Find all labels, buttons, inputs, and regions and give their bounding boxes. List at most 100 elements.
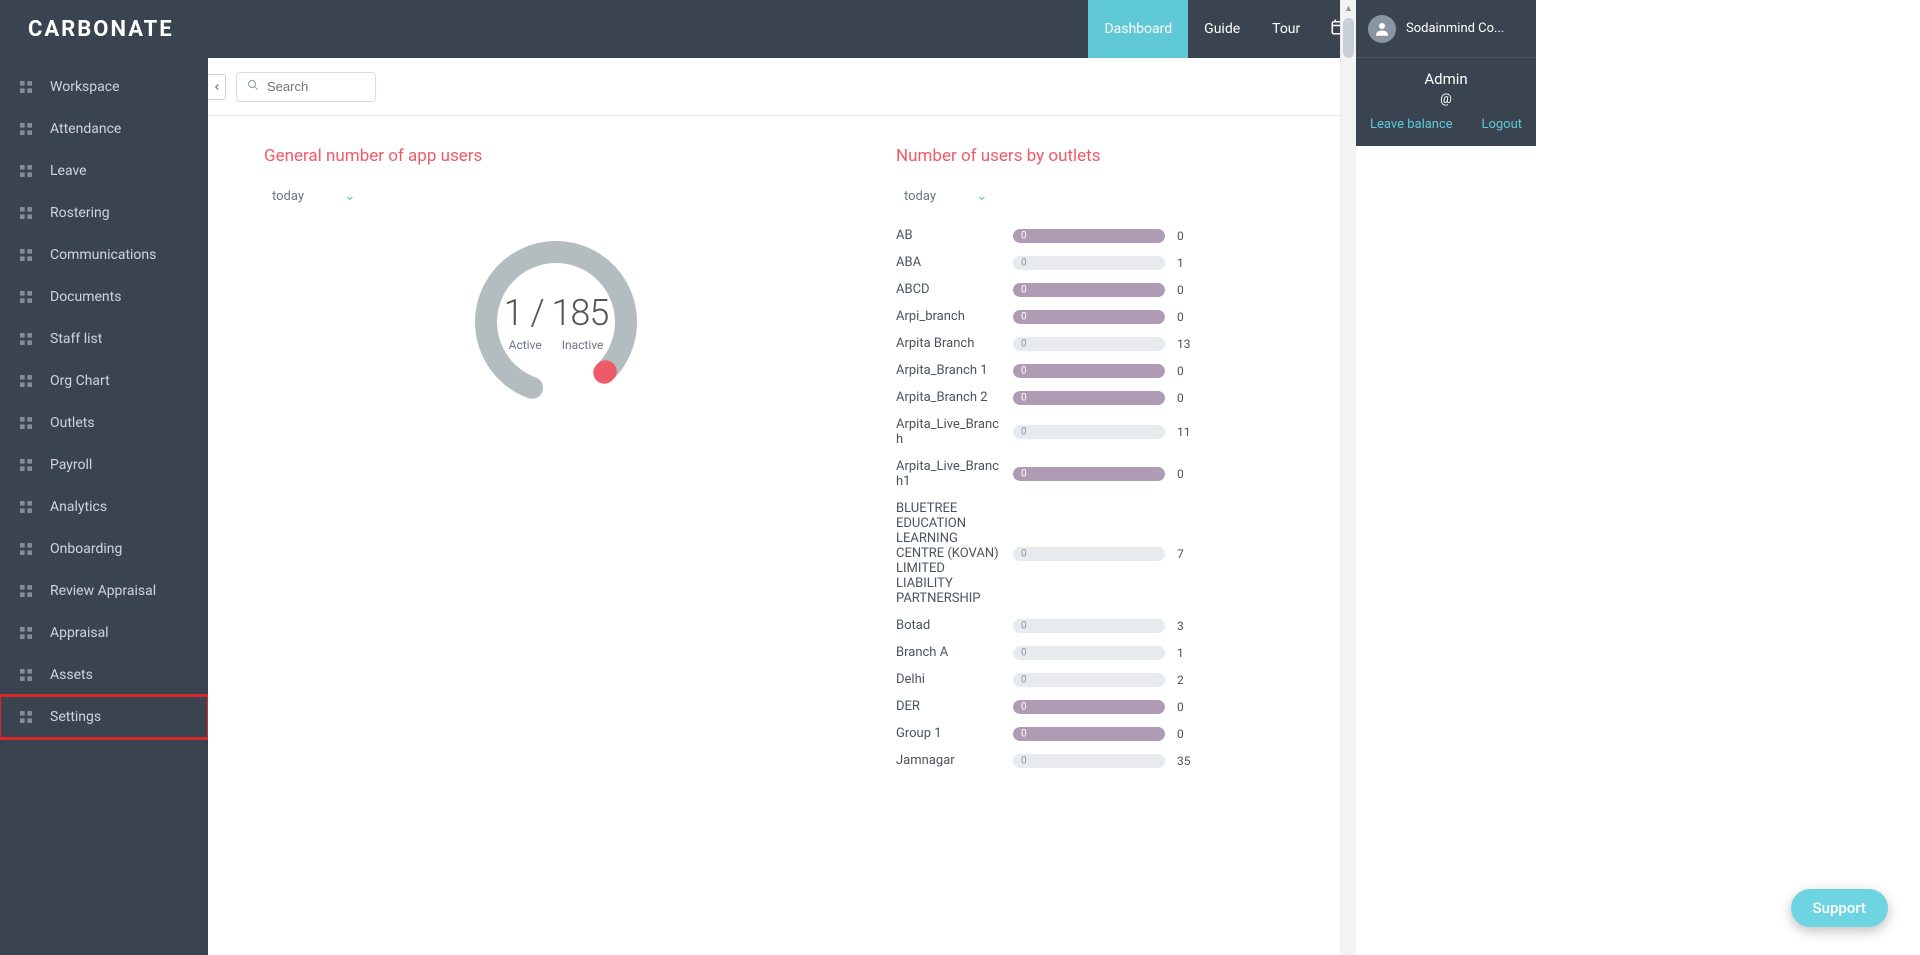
outlet-name: ABCD xyxy=(896,282,1001,297)
outlet-bar-value: 0 xyxy=(1021,755,1027,766)
outlet-bar-value: 0 xyxy=(1021,469,1027,480)
sidebar-item-review-appraisal[interactable]: Review Appraisal xyxy=(0,570,208,612)
communications-icon xyxy=(16,245,36,265)
assets-icon xyxy=(16,665,36,685)
outlet-name: ABA xyxy=(896,255,1001,270)
org-chart-icon xyxy=(16,371,36,391)
outlet-bar-value: 0 xyxy=(1021,338,1027,349)
sidebar-item-label: Staff list xyxy=(50,331,102,347)
outlet-bar-value: 0 xyxy=(1021,284,1027,295)
outlet-list: AB00ABA01ABCD00Arpi_branch00Arpita Branc… xyxy=(896,228,1480,768)
avatar xyxy=(1368,15,1396,43)
payroll-icon xyxy=(16,455,36,475)
sidebar-item-label: Settings xyxy=(50,709,101,725)
user-display-name: Sodainmind Co... xyxy=(1406,21,1504,36)
attendance-icon xyxy=(16,119,36,139)
outlet-bar-value: 0 xyxy=(1021,674,1027,685)
sidebar-item-label: Org Chart xyxy=(50,373,110,389)
topnav-dashboard[interactable]: Dashboard xyxy=(1088,0,1188,58)
outlet-bar: 0 xyxy=(1013,727,1165,741)
outlets-period-value: today xyxy=(904,189,936,204)
chevron-down-icon: ⌄ xyxy=(344,188,356,204)
outlet-bar-value: 0 xyxy=(1021,701,1027,712)
outlet-name: Arpita_Branch 1 xyxy=(896,363,1001,378)
outlet-name: BLUETREE EDUCATION LEARNING CENTRE (KOVA… xyxy=(896,501,1001,606)
outlet-row: Arpita_Branch 100 xyxy=(896,363,1480,378)
outlet-bar-value: 0 xyxy=(1021,647,1027,658)
support-button[interactable]: Support xyxy=(1791,889,1888,927)
scrollbar[interactable]: ▲ xyxy=(1340,0,1356,955)
outlets-section-title: Number of users by outlets xyxy=(896,146,1480,166)
outlet-row: Arpita Branch 0 13 xyxy=(896,336,1480,351)
outlet-bar-value: 0 xyxy=(1021,548,1027,559)
outlet-count: 3 xyxy=(1177,619,1201,633)
outlet-bar: 0 xyxy=(1013,673,1165,687)
logout-link[interactable]: Logout xyxy=(1481,117,1522,132)
user-panel-header[interactable]: Sodainmind Co... xyxy=(1356,0,1536,58)
users-section: General number of app users today ⌄ 1 / … xyxy=(264,146,848,925)
review-appraisal-icon xyxy=(16,581,36,601)
outlet-name: DER xyxy=(896,699,1001,714)
outlet-row: Botad03 xyxy=(896,618,1480,633)
rostering-icon xyxy=(16,203,36,223)
outlet-row: Delhi02 xyxy=(896,672,1480,687)
outlets-period-select[interactable]: today ⌄ xyxy=(896,184,996,208)
collapse-sidebar-button[interactable] xyxy=(208,74,226,100)
user-at: @ xyxy=(1366,92,1526,107)
scrollbar-up-icon[interactable]: ▲ xyxy=(1341,0,1356,16)
outlet-bar-value: 0 xyxy=(1021,620,1027,631)
sidebar-item-communications[interactable]: Communications xyxy=(0,234,208,276)
topnav-tour[interactable]: Tour xyxy=(1256,0,1316,58)
sidebar-item-payroll[interactable]: Payroll xyxy=(0,444,208,486)
search-input[interactable] xyxy=(267,79,365,94)
scrollbar-thumb[interactable] xyxy=(1343,18,1354,58)
sidebar-item-onboarding[interactable]: Onboarding xyxy=(0,528,208,570)
sidebar-item-label: Communications xyxy=(50,247,156,263)
outlet-row: DER00 xyxy=(896,699,1480,714)
outlet-bar: 0 xyxy=(1013,646,1165,660)
user-panel: Sodainmind Co... Admin @ Leave balance L… xyxy=(1356,0,1536,146)
outlet-count: 0 xyxy=(1177,364,1201,378)
outlet-bar: 0 xyxy=(1013,467,1165,481)
documents-icon xyxy=(16,287,36,307)
sidebar-item-label: Rostering xyxy=(50,205,110,221)
sidebar-item-rostering[interactable]: Rostering xyxy=(0,192,208,234)
sidebar-item-documents[interactable]: Documents xyxy=(0,276,208,318)
outlet-bar: 0 xyxy=(1013,425,1165,439)
outlet-bar: 0 xyxy=(1013,547,1165,561)
outlet-name: Branch A xyxy=(896,645,1001,660)
sidebar-item-appraisal[interactable]: Appraisal xyxy=(0,612,208,654)
sidebar-item-analytics[interactable]: Analytics xyxy=(0,486,208,528)
sidebar-item-staff-list[interactable]: Staff list xyxy=(0,318,208,360)
outlet-count: 13 xyxy=(1177,337,1201,351)
outlet-row: ABCD00 xyxy=(896,282,1480,297)
users-period-select[interactable]: today ⌄ xyxy=(264,184,364,208)
sidebar-item-workspace[interactable]: Workspace xyxy=(0,66,208,108)
outlet-count: 11 xyxy=(1177,425,1201,439)
sidebar-item-org-chart[interactable]: Org Chart xyxy=(0,360,208,402)
leave-balance-link[interactable]: Leave balance xyxy=(1370,117,1453,132)
sidebar-item-attendance[interactable]: Attendance xyxy=(0,108,208,150)
outlet-bar: 0 xyxy=(1013,619,1165,633)
sidebar-item-label: Payroll xyxy=(50,457,92,473)
sidebar-item-leave[interactable]: Leave xyxy=(0,150,208,192)
leave-icon xyxy=(16,161,36,181)
brand-logo: CARBONATE xyxy=(0,0,208,58)
outlet-count: 0 xyxy=(1177,727,1201,741)
sidebar-item-settings[interactable]: Settings xyxy=(0,696,208,738)
outlet-bar-value: 0 xyxy=(1021,311,1027,322)
sidebar-item-label: Analytics xyxy=(50,499,107,515)
outlet-row: Group 100 xyxy=(896,726,1480,741)
sidebar-item-outlets[interactable]: Outlets xyxy=(0,402,208,444)
outlet-name: Arpita Branch xyxy=(896,336,1001,351)
outlet-bar-value: 0 xyxy=(1021,427,1027,438)
outlet-row: Branch A01 xyxy=(896,645,1480,660)
sidebar-item-assets[interactable]: Assets xyxy=(0,654,208,696)
topnav-guide[interactable]: Guide xyxy=(1188,0,1256,58)
settings-icon xyxy=(16,707,36,727)
outlet-row: Jamnagar035 xyxy=(896,753,1480,768)
outlet-count: 35 xyxy=(1177,754,1201,768)
users-donut-chart: 1 / 185 Active Inactive xyxy=(472,238,640,406)
staff-list-icon xyxy=(16,329,36,349)
search-box[interactable] xyxy=(236,72,376,102)
